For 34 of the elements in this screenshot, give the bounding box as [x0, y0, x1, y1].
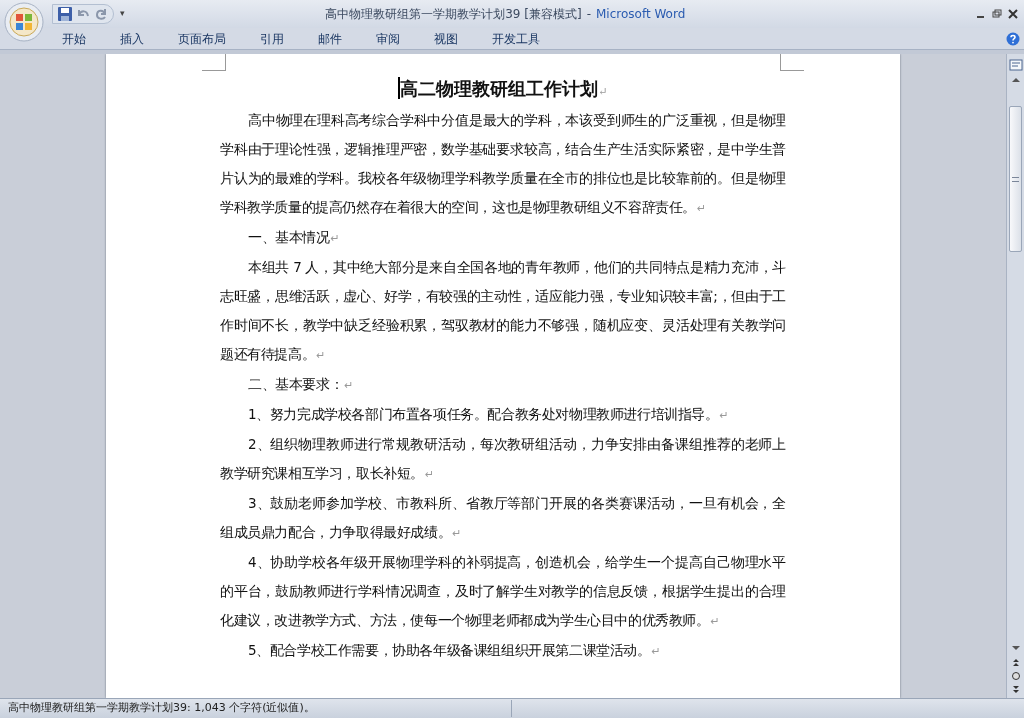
body-paragraph: 3、鼓励老师参加学校、市教科所、省教厅等部门开展的各类赛课活动，一旦有机会，全组成员鼎力配合，力争取得最好成绩。↵ [220, 494, 786, 542]
ribbon-tab[interactable]: 开发工具 [480, 28, 552, 49]
ribbon-tab[interactable]: 审阅 [364, 28, 412, 49]
ribbon-tab[interactable]: 引用 [248, 28, 296, 49]
window-title: 高中物理教研组第一学期教学计划39 [兼容模式] [325, 6, 582, 23]
crop-mark [202, 54, 226, 71]
restore-icon[interactable] [992, 9, 1002, 19]
ribbon-tab[interactable]: 插入 [108, 28, 156, 49]
body-paragraph: 2、组织物理教师进行常规教研活动，每次教研组活动，力争安排由备课组推荐的老师上教学研究课相互学习，取长补短。↵ [220, 435, 786, 483]
help-icon[interactable] [1006, 31, 1020, 46]
text-cursor [398, 77, 401, 99]
ribbon-tab[interactable]: 开始 [50, 28, 98, 49]
document-title: 高二物理教研组工作计划↵ [400, 76, 608, 101]
section-heading: 二、基本要求：↵ [247, 375, 355, 394]
title-separator: - [586, 6, 591, 23]
crop-mark [780, 54, 804, 71]
close-icon[interactable] [1008, 9, 1018, 19]
ribbon-tab[interactable]: 邮件 [306, 28, 354, 49]
status-text: 高中物理教研组第一学期教学计划39: 1,043 个字符(近似值)。 [0, 700, 512, 717]
select-browse-object-icon[interactable] [1009, 670, 1022, 682]
scrollbar-thumb[interactable] [1009, 106, 1022, 252]
ribbon-tab[interactable]: 视图 [422, 28, 470, 49]
office-button[interactable] [4, 2, 44, 42]
ribbon-tab[interactable]: 页面布局 [166, 28, 238, 49]
app-name: Microsoft Word [596, 6, 686, 23]
body-paragraph: 5、配合学校工作需要，协助各年级备课组组织开展第二课堂活动。↵ [247, 641, 662, 660]
save-icon[interactable] [57, 6, 73, 22]
body-paragraph: 1、努力完成学校各部门布置各项任务。配合教务处对物理教师进行培训指导。↵ [247, 405, 730, 424]
ruler-toggle-icon[interactable] [1008, 58, 1023, 72]
body-paragraph: 高中物理在理科高考综合学科中分值是最大的学科，本该受到师生的广泛重视，但是物理学科由于理论性强，逻辑推理严密，数学基础要求较高，结合生产生活实际紧密，是中学生普片认为的最难的学科。我校各年级物理学科教学质量在全市的排位也是比较靠前的。但是物理学科教学质量的提高仍然存在着很大的空间，这也是物理教研组义不容辞责任。↵ [220, 111, 786, 217]
section-heading: 一、基本情况↵ [247, 228, 341, 247]
body-paragraph: 本组共 7 人，其中绝大部分是来自全国各地的青年教师，他们的共同特点是精力充沛，斗志旺盛，思维活跃，虚心、好学，有较强的主动性，适应能力强，专业知识较丰富;，但由于工作时间不长，教学中缺乏经验积累，驾驭教材的能力不够强，随机应变、灵活处理有关教学问题还有待提高。↵ [220, 258, 786, 364]
body-paragraph: 4、协助学校各年级开展物理学科的补弱提高，创造机会，给学生一个提高自己物理水平的平台，鼓励教师进行学科情况调查，及时了解学生对教学的信息反馈，根据学生提出的合理化建议，改进教学方式、方法，使每一个物理老师都成为学生心目中的优秀教师。↵ [220, 553, 786, 630]
customize-toolbar-button[interactable]: ▾ [120, 7, 125, 21]
